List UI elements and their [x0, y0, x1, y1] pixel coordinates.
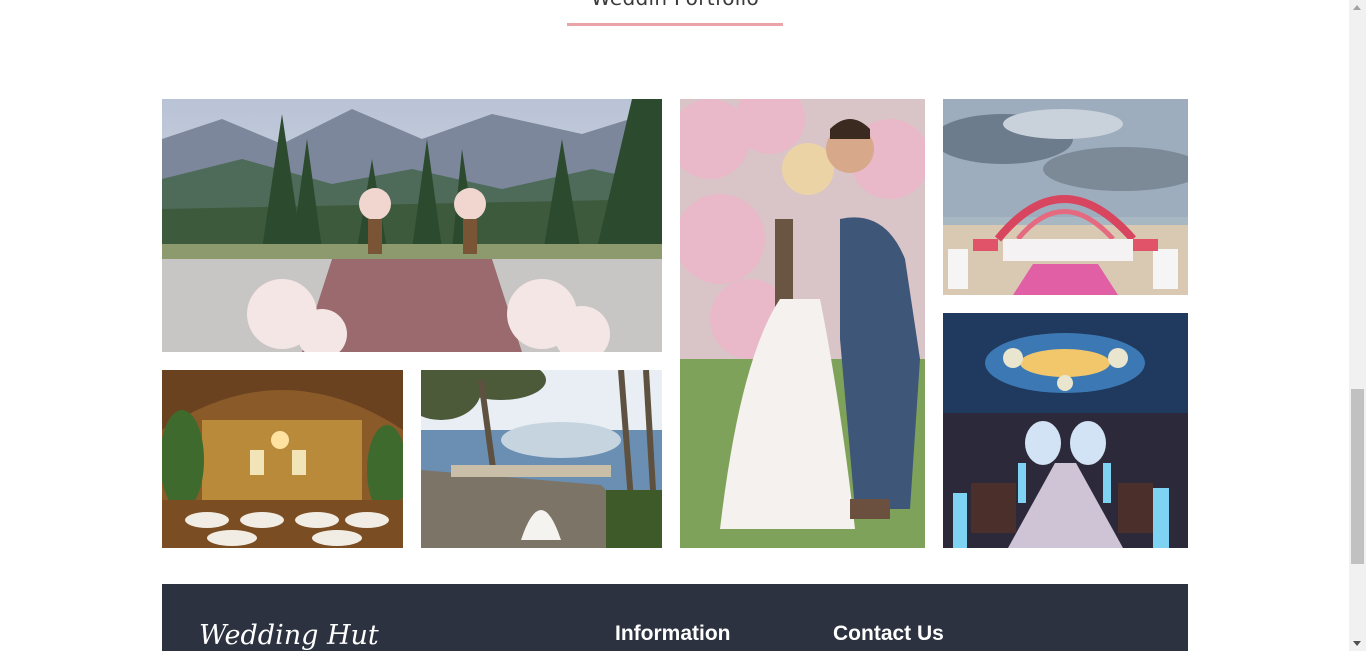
- page: Weddin Portfolio: [0, 0, 1349, 651]
- lakeside-terrace-photo[interactable]: [421, 370, 662, 548]
- ballroom-aisle-photo[interactable]: [943, 313, 1188, 548]
- site-footer: Wedding Hut Information Contact Us: [162, 584, 1188, 651]
- couple-blossom-photo[interactable]: [680, 99, 925, 548]
- footer-brand[interactable]: Wedding Hut: [199, 620, 379, 651]
- mountain-ceremony-photo[interactable]: [162, 99, 662, 352]
- title-underline: [567, 23, 783, 26]
- vertical-scrollbar[interactable]: [1349, 0, 1366, 651]
- scroll-thumb[interactable]: [1351, 389, 1364, 564]
- scroll-down-arrow-icon[interactable]: [1353, 641, 1361, 646]
- great-hall-reception-photo[interactable]: [162, 370, 403, 548]
- footer-information-title: Information: [615, 622, 731, 645]
- footer-contact-title: Contact Us: [833, 622, 944, 645]
- beach-mandap-photo[interactable]: [943, 99, 1188, 295]
- portfolio-title: Weddin Portfolio: [567, 0, 783, 10]
- scroll-up-arrow-icon[interactable]: [1353, 5, 1361, 10]
